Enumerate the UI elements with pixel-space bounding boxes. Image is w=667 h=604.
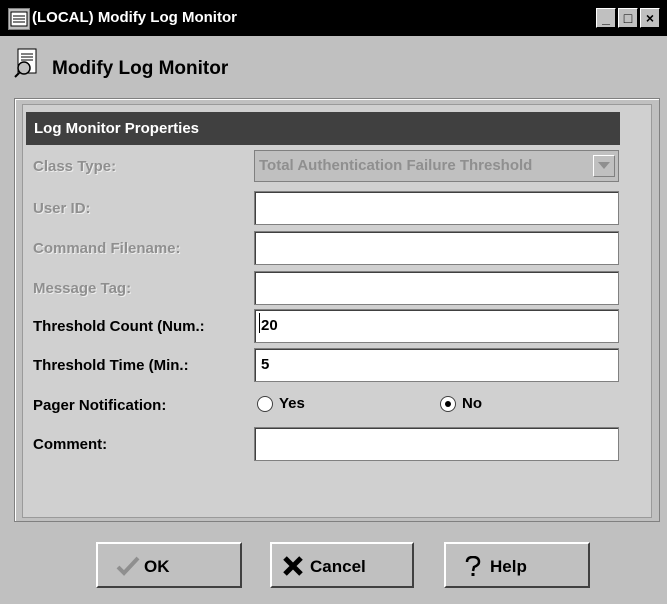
page-title: Modify Log Monitor xyxy=(52,58,229,79)
comment-label: Comment: xyxy=(33,436,108,453)
help-button[interactable]: Help xyxy=(444,542,590,588)
cancel-button[interactable]: Cancel xyxy=(270,542,414,588)
document-search-icon xyxy=(14,48,37,78)
user-id-field[interactable] xyxy=(254,191,619,225)
message-tag-label: Message Tag: xyxy=(33,280,132,297)
dropdown-button[interactable] xyxy=(593,155,615,177)
pager-yes-label: Yes xyxy=(279,395,305,412)
help-label: Help xyxy=(490,557,527,576)
command-filename-field[interactable] xyxy=(254,231,619,265)
message-tag-field[interactable] xyxy=(254,271,619,305)
close-button[interactable]: × xyxy=(640,8,660,28)
pager-no-label: No xyxy=(462,395,482,412)
radio-selected-icon xyxy=(440,396,456,412)
radio-unselected-icon xyxy=(257,396,273,412)
class-type-label: Class Type: xyxy=(33,158,117,175)
ok-label: OK xyxy=(144,557,170,576)
threshold-time-field[interactable]: 5 xyxy=(254,348,619,382)
class-type-select[interactable]: Total Authentication Failure Threshold xyxy=(254,150,619,182)
pager-notification-label: Pager Notification: xyxy=(33,397,167,414)
maximize-icon: □ xyxy=(623,10,633,26)
cancel-label: Cancel xyxy=(310,557,366,576)
close-icon: × xyxy=(645,10,655,26)
minimize-icon: _ xyxy=(602,10,610,26)
class-type-value: Total Authentication Failure Threshold xyxy=(259,157,533,174)
threshold-count-field[interactable]: 20 xyxy=(254,309,619,343)
window-titlebar[interactable]: (LOCAL) Modify Log Monitor _ □ × xyxy=(0,0,667,36)
window-title: (LOCAL) Modify Log Monitor xyxy=(32,9,237,26)
dialog-header: Modify Log Monitor xyxy=(0,36,667,96)
section-header: Log Monitor Properties xyxy=(26,112,620,145)
threshold-count-label: Threshold Count (Num.: xyxy=(33,318,205,335)
question-icon xyxy=(465,556,481,576)
app-icon[interactable] xyxy=(8,8,30,30)
maximize-button[interactable]: □ xyxy=(618,8,638,28)
checkmark-icon xyxy=(116,556,140,576)
minimize-button[interactable]: _ xyxy=(596,8,616,28)
x-icon xyxy=(283,556,303,576)
command-filename-label: Command Filename: xyxy=(33,240,181,257)
threshold-time-label: Threshold Time (Min.: xyxy=(33,357,189,374)
text-caret xyxy=(259,313,260,333)
user-id-label: User ID: xyxy=(33,200,91,217)
chevron-down-icon xyxy=(598,162,610,169)
ok-button[interactable]: OK xyxy=(96,542,242,588)
comment-field[interactable] xyxy=(254,427,619,461)
